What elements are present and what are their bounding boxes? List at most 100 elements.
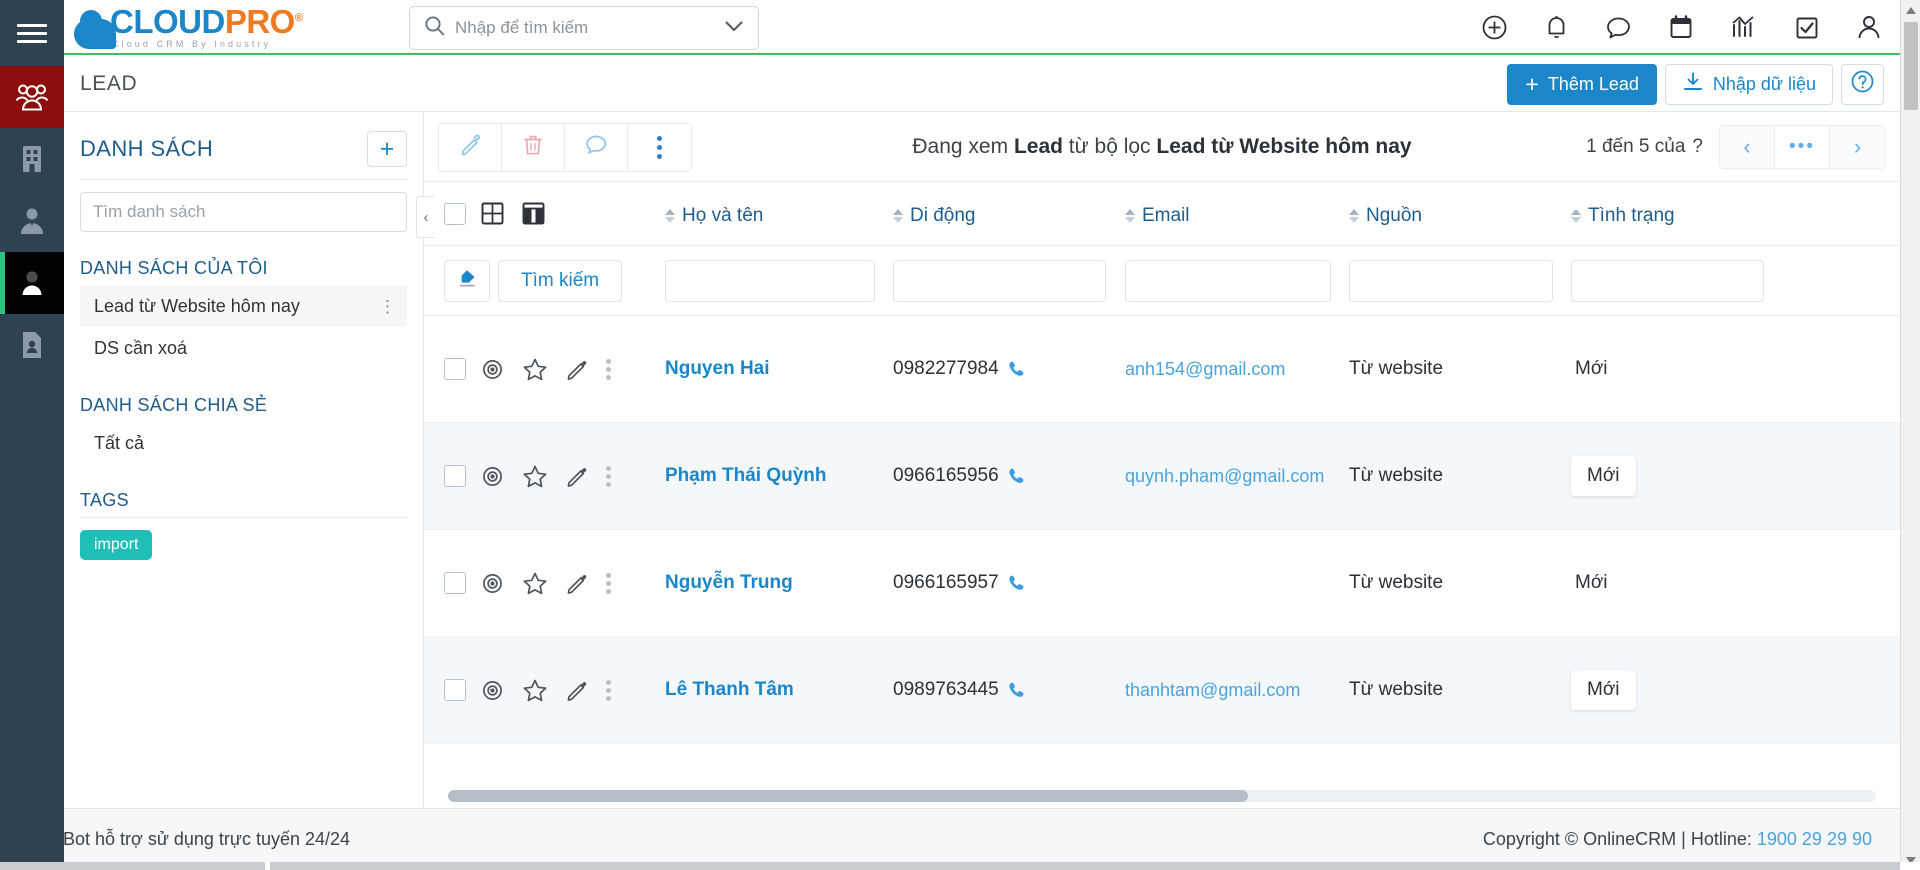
edit-pencil-icon[interactable]	[565, 571, 589, 595]
row-more-icon[interactable]	[606, 359, 611, 380]
more-actions-button[interactable]	[628, 124, 691, 171]
row-checkbox[interactable]	[444, 572, 466, 594]
plus-circle-icon[interactable]	[1481, 14, 1508, 41]
favorite-star-icon[interactable]	[522, 464, 548, 489]
hotline-link[interactable]: 1900 29 29 90	[1757, 829, 1872, 849]
phone-call-icon[interactable]	[1007, 359, 1027, 379]
lead-name-link[interactable]: Lê Thanh Tâm	[665, 679, 794, 700]
calendar-icon[interactable]	[1668, 14, 1694, 41]
table-row[interactable]: Nguyễn Trung 0966165957	[424, 530, 1900, 637]
list-item-ds-can-xoa[interactable]: DS cần xoá	[80, 327, 407, 369]
filter-mobile-input[interactable]	[893, 260, 1106, 302]
clear-filter-button[interactable]	[444, 260, 490, 302]
row-checkbox[interactable]	[444, 465, 466, 487]
filter-status-input[interactable]	[1571, 260, 1764, 302]
preview-eye-icon[interactable]	[480, 571, 505, 596]
list-search-input[interactable]	[80, 192, 407, 232]
pagination-next-button[interactable]: ›	[1830, 126, 1885, 168]
header-source[interactable]: Nguồn	[1349, 182, 1571, 246]
comment-record-button[interactable]	[565, 124, 628, 171]
lead-email-link[interactable]: quynh.pham@gmail.com	[1125, 464, 1349, 488]
delete-record-button[interactable]	[502, 124, 565, 171]
browser-vertical-scrollbar[interactable]	[1900, 0, 1920, 870]
filter-name-input[interactable]	[665, 260, 875, 302]
phone-call-icon[interactable]	[1007, 680, 1027, 700]
header-mobile[interactable]: Di động	[893, 182, 1125, 246]
filter-email-input[interactable]	[1125, 260, 1331, 302]
header-name[interactable]: Họ và tên	[665, 182, 893, 246]
favorite-star-icon[interactable]	[522, 357, 548, 382]
hamburger-menu-button[interactable]	[0, 0, 64, 66]
filter-search-button[interactable]: Tìm kiếm	[498, 260, 622, 302]
grid-view-icon[interactable]	[480, 201, 505, 226]
collapse-panel-handle[interactable]: ‹	[416, 196, 435, 238]
sidebar-item-documents[interactable]	[0, 314, 64, 376]
sidebar-item-accounts[interactable]	[0, 190, 64, 252]
scroll-up-arrow-icon[interactable]	[1901, 0, 1920, 20]
lead-email-link[interactable]: thanhtam@gmail.com	[1125, 678, 1349, 702]
lead-email-link[interactable]: anh154@gmail.com	[1125, 357, 1349, 381]
more-vertical-icon[interactable]: ⋮	[379, 298, 397, 315]
bell-icon[interactable]	[1544, 14, 1569, 41]
lead-name-link[interactable]: Phạm Thái Quỳnh	[665, 465, 827, 486]
chevron-down-icon[interactable]	[720, 18, 748, 39]
favorite-star-icon[interactable]	[522, 571, 548, 596]
preview-eye-icon[interactable]	[480, 357, 505, 382]
horizontal-scrollbar[interactable]	[424, 790, 1900, 802]
row-more-icon[interactable]	[606, 466, 611, 487]
filter-source-input[interactable]	[1349, 260, 1553, 302]
row-more-icon[interactable]	[606, 680, 611, 701]
user-account-icon[interactable]	[1856, 14, 1882, 41]
add-lead-button[interactable]: + Thêm Lead	[1507, 64, 1657, 105]
vertical-scrollbar-thumb[interactable]	[1904, 22, 1918, 110]
header-status[interactable]: Tình trạng	[1571, 182, 1781, 246]
row-checkbox[interactable]	[444, 358, 466, 380]
taskbar-segment	[270, 862, 1900, 870]
group-people-icon	[15, 83, 49, 111]
list-item-lead-tu-website[interactable]: Lead từ Website hôm nay ⋮	[80, 285, 407, 327]
status-badge[interactable]: Mới	[1571, 670, 1636, 710]
row-more-icon[interactable]	[606, 573, 611, 594]
favorite-star-icon[interactable]	[522, 678, 548, 703]
table-row[interactable]: Phạm Thái Quỳnh 0966165956	[424, 423, 1900, 530]
edit-record-button[interactable]	[439, 124, 502, 171]
sidebar-item-contacts[interactable]	[0, 66, 64, 128]
list-item-tat-ca[interactable]: Tất cả	[80, 422, 407, 464]
phone-call-icon[interactable]	[1007, 573, 1027, 593]
add-list-button[interactable]: +	[367, 131, 407, 167]
lead-name-link[interactable]: Nguyen Hai	[665, 358, 770, 379]
lead-source-value: Từ website	[1349, 465, 1443, 486]
select-all-checkbox[interactable]	[444, 203, 466, 225]
lead-name-link[interactable]: Nguyễn Trung	[665, 572, 793, 593]
app-logo[interactable]: CLOUDPRO® Cloud CRM By Industry	[74, 5, 302, 49]
status-badge[interactable]: Mới	[1571, 456, 1636, 496]
pagination-prev-button[interactable]: ‹	[1720, 126, 1775, 168]
scrollbar-thumb[interactable]	[448, 790, 1248, 802]
preview-eye-icon[interactable]	[480, 678, 505, 703]
table-row[interactable]: Nguyen Hai 0982277984	[424, 316, 1900, 423]
row-status-cell: Mới	[1571, 316, 1781, 423]
global-search[interactable]	[409, 6, 759, 50]
import-data-button[interactable]: Nhập dữ liệu	[1665, 64, 1833, 105]
sidebar-item-companies[interactable]	[0, 128, 64, 190]
header-email[interactable]: Email	[1125, 182, 1349, 246]
eraser-icon	[456, 267, 478, 294]
split-view-icon[interactable]	[521, 201, 546, 226]
phone-call-icon[interactable]	[1007, 466, 1027, 486]
edit-pencil-icon[interactable]	[565, 357, 589, 381]
preview-eye-icon[interactable]	[480, 464, 505, 489]
row-checkbox[interactable]	[444, 679, 466, 701]
tag-chip-import[interactable]: import	[80, 530, 152, 560]
help-button[interactable]	[1841, 64, 1884, 105]
top-header: CLOUDPRO® Cloud CRM By Industry	[64, 0, 1900, 55]
edit-pencil-icon[interactable]	[565, 464, 589, 488]
analytics-chart-icon[interactable]	[1730, 14, 1758, 41]
list-item-label: Lead từ Website hôm nay	[94, 296, 300, 317]
chat-bubble-icon[interactable]	[1605, 15, 1632, 41]
edit-pencil-icon[interactable]	[565, 678, 589, 702]
table-row[interactable]: Lê Thanh Tâm 0989763445	[424, 637, 1900, 744]
sidebar-item-leads[interactable]	[0, 252, 64, 314]
search-input[interactable]	[455, 18, 720, 38]
pagination-more-button[interactable]: •••	[1775, 126, 1830, 168]
checkbox-task-icon[interactable]	[1794, 15, 1820, 41]
